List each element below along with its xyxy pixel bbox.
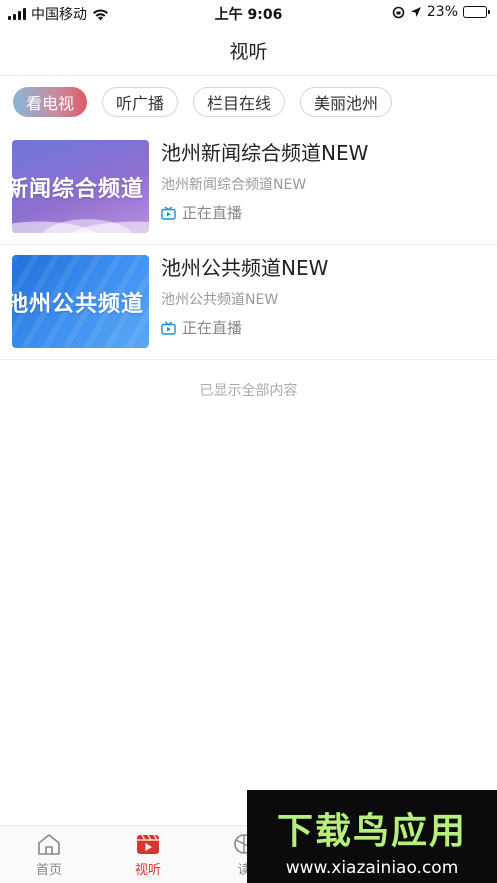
channel-info: 池州公共频道NEW 池州公共频道NEW 正在直播 <box>161 255 487 338</box>
channel-title[interactable]: 池州新闻综合频道NEW <box>161 140 487 166</box>
tab-beautiful-chizhou[interactable]: 美丽池州 <box>300 87 393 117</box>
thumbnail-caption: 新闻综合频道 <box>12 176 145 202</box>
category-tabs: 看电视 听广播 栏目在线 美丽池州 <box>13 87 393 119</box>
watermark-logo: 下载鸟应用 <box>276 811 467 852</box>
live-status: 正在直播 <box>161 202 487 223</box>
tabbar-label: 视听 <box>134 863 161 878</box>
home-icon <box>38 834 60 855</box>
tv-icon <box>161 320 176 335</box>
tab-label: 听广播 <box>116 94 165 113</box>
page-title: 视听 <box>229 41 268 63</box>
channel-thumbnail[interactable]: 新闻综合频道 <box>12 140 149 233</box>
channel-title[interactable]: 池州公共频道NEW <box>161 255 487 281</box>
tabbar-item-home[interactable]: 首页 <box>19 832 79 878</box>
nav-bar: 视听 <box>0 26 497 76</box>
thumbnail-caption: 池州公共频道 <box>12 291 145 317</box>
tv-icon <box>161 205 176 220</box>
play-icon <box>137 834 159 854</box>
tab-watch-tv[interactable]: 看电视 <box>13 87 88 117</box>
status-right: 23% <box>392 4 490 20</box>
tab-label: 美丽池州 <box>314 94 379 113</box>
watermark: 下载鸟应用 www.xiazainiao.com <box>247 790 497 883</box>
live-label: 正在直播 <box>182 319 243 337</box>
channel-subtitle: 池州新闻综合频道NEW <box>161 177 307 193</box>
status-bar: 中国移动 上午 9:06 23% <box>0 0 497 26</box>
live-label: 正在直播 <box>182 204 243 222</box>
channel-item[interactable]: 新闻综合频道 池州新闻综合频道NEW 池州新闻综合频道NEW 正在直播 <box>0 130 497 245</box>
watermark-url: www.xiazainiao.com <box>285 858 459 878</box>
tab-label: 看电视 <box>26 94 75 113</box>
channel-info: 池州新闻综合频道NEW 池州新闻综合频道NEW 正在直播 <box>161 140 487 223</box>
channel-list: 新闻综合频道 池州新闻综合频道NEW 池州新闻综合频道NEW 正在直播 池州公共… <box>0 130 497 360</box>
rotation-lock-icon <box>392 6 405 18</box>
tab-programs-online[interactable]: 栏目在线 <box>193 87 286 117</box>
live-status: 正在直播 <box>161 317 487 338</box>
battery-percent: 23% <box>426 4 458 20</box>
channel-subtitle: 池州公共频道NEW <box>161 292 279 308</box>
channel-item[interactable]: 池州公共频道 池州公共频道NEW 池州公共频道NEW 正在直播 <box>0 245 497 360</box>
tabbar-item-media[interactable]: 视听 <box>118 832 178 878</box>
cloud-decoration <box>12 207 149 233</box>
tab-radio[interactable]: 听广播 <box>102 87 179 117</box>
tab-label: 栏目在线 <box>207 94 272 113</box>
tabbar-label: 首页 <box>35 863 62 878</box>
battery-icon <box>463 6 490 18</box>
end-of-list-note: 已显示全部内容 <box>199 383 298 399</box>
app-screen: 中国移动 上午 9:06 23% 视听 看电视 听广播 栏目在线 美丽池州 新闻… <box>0 0 497 883</box>
channel-thumbnail[interactable]: 池州公共频道 <box>12 255 149 348</box>
location-arrow-icon <box>410 7 421 17</box>
